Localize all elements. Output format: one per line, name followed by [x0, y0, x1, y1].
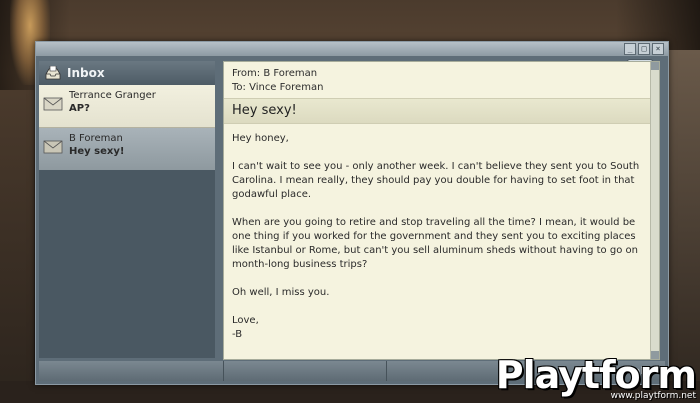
message-subject-line: Hey sexy! [224, 98, 659, 124]
message-paragraph: Oh well, I miss you. [232, 287, 330, 298]
message-sender: B Foreman [69, 133, 123, 144]
bottom-bar-segment [224, 361, 387, 381]
message-signoff: Love, [232, 315, 259, 326]
message-sender: Terrance Granger [69, 90, 156, 101]
reader-scrollbar[interactable] [650, 62, 659, 359]
message-paragraph: I can't wait to see you - only another w… [232, 161, 640, 200]
close-button[interactable]: × [652, 43, 664, 55]
inbox-header[interactable]: Inbox [39, 61, 215, 85]
message-paragraph: When are you going to retire and stop tr… [232, 217, 638, 270]
email-window: _ □ × Inbox Terrance Granger AP? B Forem… [35, 41, 669, 385]
message-subject: AP? [69, 103, 90, 114]
scroll-up-arrow[interactable] [651, 62, 659, 70]
message-subject: Hey sexy! [69, 146, 125, 157]
maximize-button[interactable]: □ [638, 43, 650, 55]
inbox-sidebar: Inbox Terrance Granger AP? B Foreman Hey… [39, 61, 215, 358]
message-to: To: Vince Foreman [232, 82, 324, 93]
watermark-logo: Playtform [495, 353, 697, 397]
background-wall-left [0, 90, 34, 403]
inbox-title: Inbox [67, 66, 105, 80]
inbox-message-item[interactable]: Terrance Granger AP? [39, 85, 215, 128]
message-signature: -B [232, 329, 243, 340]
window-titlebar[interactable]: _ □ × [36, 42, 668, 56]
inbox-message-item-selected[interactable]: B Foreman Hey sexy! [39, 128, 215, 170]
envelope-icon [43, 140, 63, 154]
message-header: From: B Foreman To: Vince Foreman [224, 62, 659, 95]
minimize-button[interactable]: _ [624, 43, 636, 55]
message-from: From: B Foreman [232, 68, 318, 79]
message-greeting: Hey honey, [232, 133, 289, 144]
watermark-url: www.playtform.net [610, 391, 696, 401]
message-reader: From: B Foreman To: Vince Foreman Hey se… [223, 61, 660, 360]
inbox-tray-icon [45, 66, 61, 80]
window-controls: _ □ × [624, 43, 664, 55]
playtform-watermark: Playtform www.playtform.net [495, 353, 697, 401]
envelope-icon [43, 97, 63, 111]
message-body: Hey honey, I can't wait to see you - onl… [224, 124, 659, 342]
bottom-bar-segment [39, 361, 224, 381]
